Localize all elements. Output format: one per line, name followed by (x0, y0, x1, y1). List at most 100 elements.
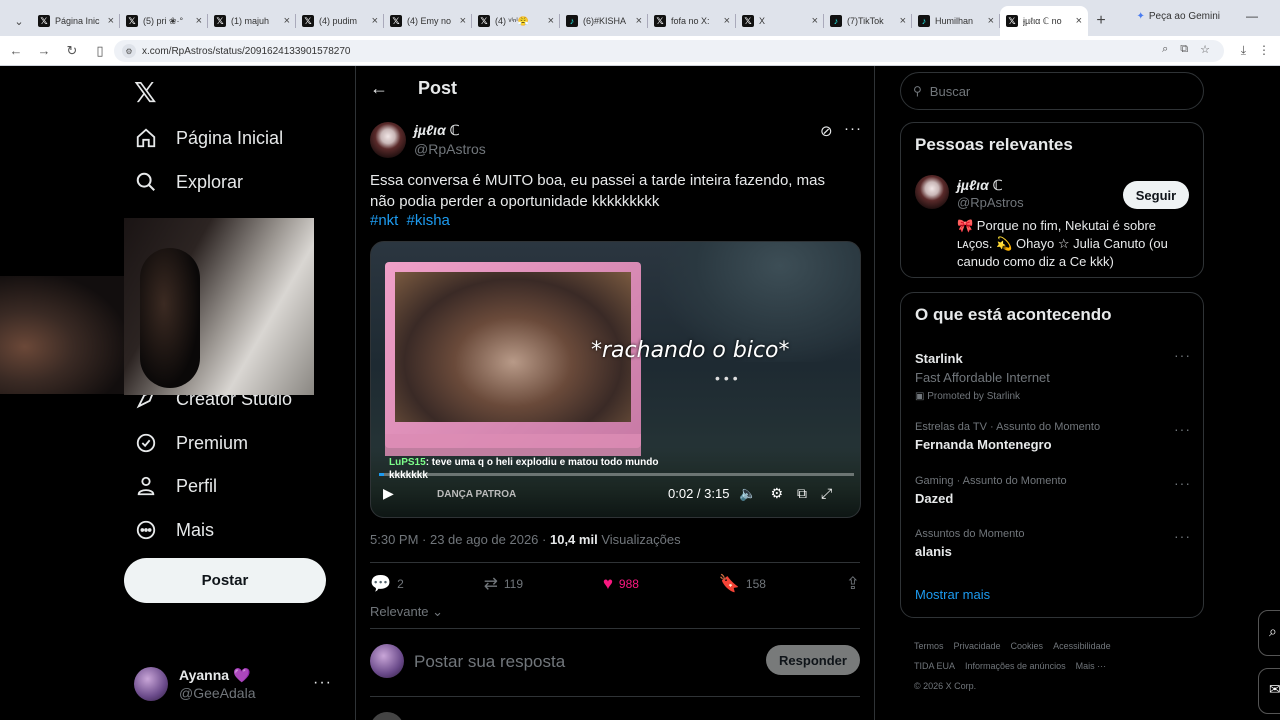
tweet-author-handle[interactable]: @RpAstros (414, 141, 486, 157)
close-tab-icon[interactable]: × (988, 15, 994, 27)
nav-item-premium[interactable]: Premium (134, 423, 248, 463)
footer-link[interactable]: TIDA EUA (914, 661, 955, 671)
browser-tab[interactable]: 𝕏fofa no X: × (648, 6, 736, 36)
tab-title: Página Inic (55, 16, 100, 26)
footer-link[interactable]: Informações de anúncios (965, 661, 1066, 671)
relevant-person-avatar[interactable] (915, 175, 949, 209)
footer-link[interactable]: Acessibilidade (1053, 641, 1111, 651)
volume-icon[interactable]: 🔈 (739, 485, 756, 502)
browser-tab[interactable]: 𝕏 (5) pri ❀·° × (120, 6, 208, 36)
install-app-icon[interactable]: ⧉ (1180, 43, 1188, 56)
back-arrow-icon[interactable]: ← (4, 43, 28, 58)
download-icon[interactable]: ⤓ (1241, 43, 1246, 58)
close-tab-icon[interactable]: × (460, 15, 466, 27)
browser-tab[interactable]: 𝕏 (4) ᵛⁱⁿⁱ😤 × (472, 6, 560, 36)
tweet-author-avatar[interactable] (370, 122, 406, 158)
trend-more-icon[interactable]: ··· (1174, 347, 1191, 363)
grok-chat-button[interactable]: ⌕ (1258, 610, 1280, 656)
browser-tab[interactable]: ♪ Humilhan × (912, 6, 1000, 36)
reply-button[interactable]: 💬 2 (370, 574, 404, 594)
nav-item-creator-studio[interactable]: Creator Studio (134, 379, 292, 419)
close-tab-icon[interactable]: × (196, 15, 202, 27)
relevant-person-handle[interactable]: @RpAstros (957, 195, 1024, 210)
nav-item-explore[interactable]: Explorar (134, 162, 243, 202)
minimize-window-button[interactable]: — (1246, 9, 1258, 23)
follow-button[interactable]: Seguir (1123, 181, 1189, 209)
browser-tab[interactable]: ♪ (7)TikTok × (824, 6, 912, 36)
account-more-icon[interactable]: ··· (313, 674, 332, 692)
close-tab-icon[interactable]: × (724, 15, 730, 27)
new-tab-button[interactable]: + (1088, 6, 1114, 36)
show-more-link[interactable]: Mostrar mais (915, 587, 990, 602)
forward-arrow-icon[interactable]: → (32, 43, 56, 58)
trend-item[interactable]: Estrelas da TV · Assunto do Momento Fern… (915, 421, 1191, 452)
site-info-icon[interactable]: ⚙ (122, 44, 136, 58)
close-tab-icon[interactable]: × (108, 15, 114, 27)
repost-button[interactable]: ⇄ 119 (484, 574, 523, 594)
x-logo-icon[interactable]: 𝕏 (134, 76, 157, 109)
url-field[interactable]: ⚙ x.com/RpAstros/status/2091624133901578… (114, 40, 1224, 62)
bookmark-button[interactable]: 🔖 158 (719, 574, 766, 594)
close-tab-icon[interactable]: × (284, 15, 290, 27)
browser-menu-icon[interactable]: ⋮ (1258, 43, 1270, 58)
share-button[interactable]: ⇪ (846, 574, 860, 594)
tweet-author-name[interactable]: ɉµℓια ℂ (414, 122, 460, 139)
fullscreen-icon[interactable]: ⤢ (821, 485, 832, 502)
browser-tab[interactable]: 𝕏 X × (736, 6, 824, 36)
ask-gemini-button[interactable]: ✦ Peça ao Gemini (1136, 11, 1220, 22)
close-tab-icon[interactable]: × (900, 15, 906, 27)
browser-tab[interactable]: 𝕏 (1) majuh × (208, 6, 296, 36)
close-tab-icon[interactable]: × (812, 15, 818, 27)
tweet-video[interactable]: LuPS15: teve uma q o heli explodiu e mat… (370, 241, 861, 518)
nav-item-more[interactable]: Mais (134, 510, 214, 550)
like-button[interactable]: ♥ 988 (603, 574, 639, 594)
trend-item[interactable]: Starlink Fast Affordable Internet ▣ Prom… (915, 347, 1191, 402)
tweet-hashtags: #nkt #kisha (370, 212, 454, 229)
browser-tab[interactable]: 𝕏ɉµℓια ℂ no × (1000, 6, 1088, 36)
footer-link[interactable]: Termos (914, 641, 944, 651)
browser-tab[interactable]: ♪ (6)#KISHA × (560, 6, 648, 36)
x-favicon-icon: 𝕏 (214, 15, 226, 27)
messages-button[interactable]: ✉ (1258, 668, 1280, 714)
trend-more-icon[interactable]: ··· (1174, 421, 1191, 437)
close-tab-icon[interactable]: × (548, 15, 554, 27)
footer-link[interactable]: Cookies (1011, 641, 1044, 651)
browser-tab[interactable]: 𝕏 (4) Emy no × (384, 6, 472, 36)
back-arrow-icon[interactable]: ← (370, 78, 388, 99)
picture-in-picture-icon[interactable]: ⧉ (797, 485, 807, 502)
zoom-icon[interactable]: ⌕ (1162, 43, 1168, 56)
grok-icon[interactable]: ⊘ (820, 122, 833, 140)
reply-sort-dropdown[interactable]: Relevante ⌄ (370, 604, 443, 620)
tweet-more-icon[interactable]: ··· (844, 120, 862, 137)
trend-item[interactable]: Assuntos do Momento alanis ··· (915, 528, 1191, 559)
side-panel-icon[interactable]: ▯ (88, 43, 112, 59)
bookmark-star-icon[interactable]: ☆ (1200, 43, 1210, 56)
video-progress-bar[interactable] (379, 473, 854, 476)
close-tab-icon[interactable]: × (1076, 15, 1082, 27)
close-tab-icon[interactable]: × (372, 15, 378, 27)
settings-gear-icon[interactable]: ⚙ (770, 485, 783, 502)
nav-item-home[interactable]: Página Inicial (134, 118, 283, 158)
trend-item[interactable]: Gaming · Assunto do Momento Dazed ··· (915, 475, 1191, 506)
more-icon (134, 518, 158, 542)
reload-icon[interactable]: ↻ (60, 43, 84, 59)
trend-more-icon[interactable]: ··· (1174, 528, 1191, 544)
hashtag-link[interactable]: #kisha (407, 212, 450, 229)
post-button[interactable]: Postar (124, 558, 326, 603)
browser-tab[interactable]: 𝕏 (4) pudim × (296, 6, 384, 36)
close-tab-icon[interactable]: × (636, 15, 642, 27)
footer-link[interactable]: Mais ··· (1076, 661, 1107, 671)
account-switcher[interactable]: Ayanna 💜 @GeeAdala ··· (134, 666, 344, 702)
relevant-person-name[interactable]: ɉµℓια ℂ (957, 177, 1003, 194)
search-input[interactable]: ⚲ Buscar (900, 72, 1204, 110)
hashtag-link[interactable]: #nkt (370, 212, 398, 229)
tweet-timestamp[interactable]: 5:30 PM · 23 de ago de 2026 · (370, 532, 546, 547)
browser-tab[interactable]: 𝕏 Página Inic × (32, 6, 120, 36)
reply-submit-button[interactable]: Responder (766, 645, 860, 675)
footer-link[interactable]: Privacidade (954, 641, 1001, 651)
nav-item-profile[interactable]: Perfil (134, 466, 217, 506)
trend-more-icon[interactable]: ··· (1174, 475, 1191, 491)
tab-search-chevron-icon[interactable]: ⌄ (6, 6, 32, 36)
reply-input[interactable]: Postar sua resposta (414, 652, 565, 672)
play-icon[interactable]: ▶ (383, 485, 394, 502)
